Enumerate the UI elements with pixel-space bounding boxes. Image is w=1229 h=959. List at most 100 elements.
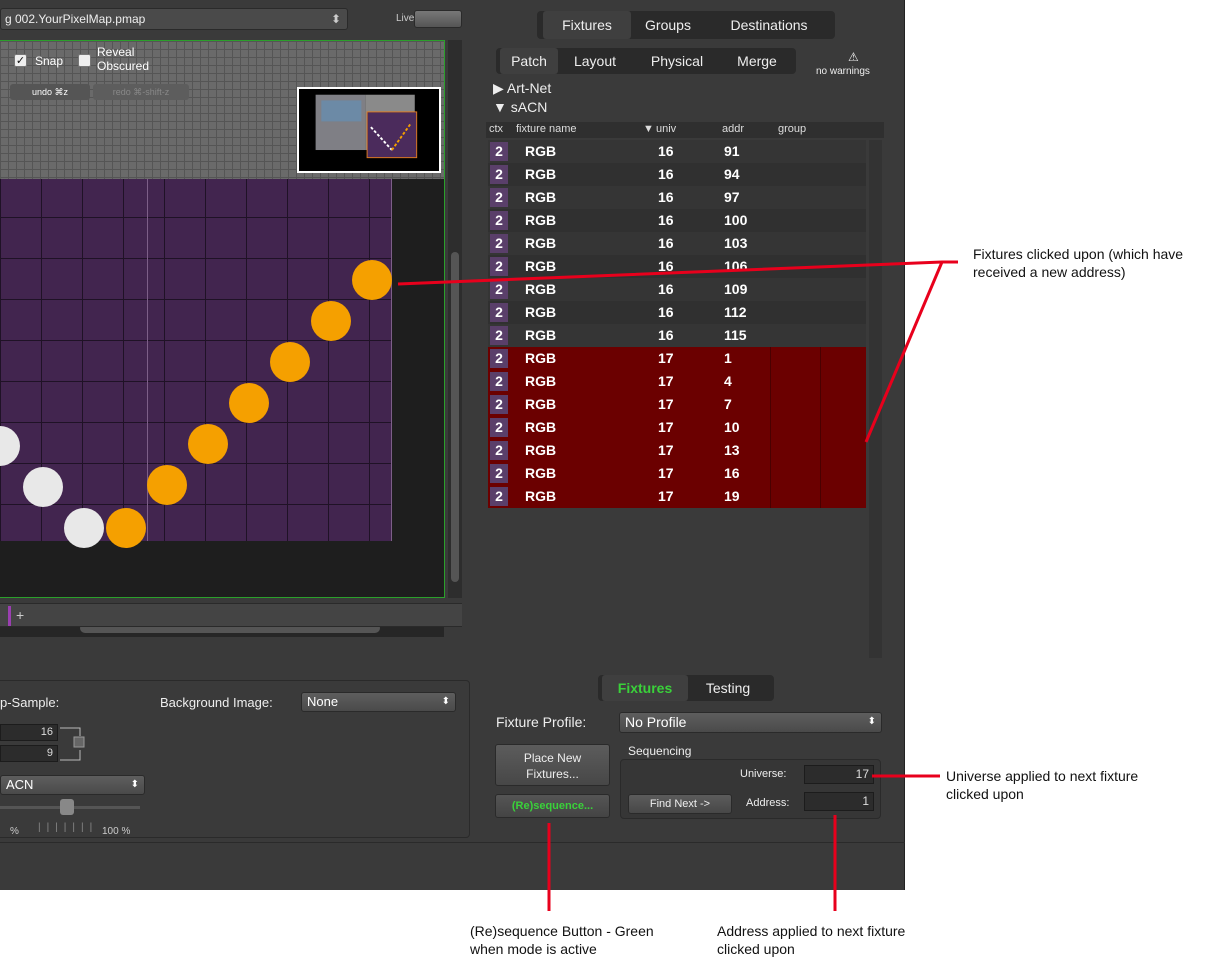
cell-divider [820, 393, 821, 416]
table-row[interactable]: 2 RGB 17 16 [488, 462, 866, 485]
width-field[interactable]: 16 [0, 724, 58, 741]
fixture-dot[interactable] [311, 301, 351, 341]
univ-cell: 16 [658, 258, 674, 274]
cell-divider [820, 462, 821, 485]
fixture-name-cell: RGB [525, 304, 557, 320]
univ-cell: 16 [658, 143, 674, 159]
column-group[interactable]: group [778, 123, 806, 135]
reveal-obscured-checkbox[interactable] [78, 54, 91, 67]
univ-cell: 17 [658, 396, 674, 412]
height-field[interactable]: 9 [0, 745, 58, 762]
resequence-button[interactable]: (Re)sequence... [495, 794, 610, 818]
univ-cell: 17 [658, 373, 674, 389]
ctx-cell: 2 [490, 142, 508, 161]
canvas-overview-preview[interactable] [297, 87, 441, 173]
column-fixture-name[interactable]: fixture name [516, 123, 577, 135]
univ-cell: 17 [658, 488, 674, 504]
fixture-dot[interactable] [352, 260, 392, 300]
undo-button[interactable]: undo ⌘z [10, 84, 90, 100]
table-row[interactable]: 2 RGB 17 10 [488, 416, 866, 439]
fixture-name-cell: RGB [525, 419, 557, 435]
background-image-select[interactable]: None ⬍ [301, 692, 456, 712]
table-row[interactable]: 2 RGB 17 1 [488, 347, 866, 370]
find-next-button[interactable]: Find Next -> [628, 794, 732, 814]
fixture-dot[interactable] [147, 465, 187, 505]
table-row[interactable]: 2 RGB 16 115 [488, 324, 866, 347]
tab-destinations[interactable]: Destinations [709, 11, 829, 39]
fixture-profile-select[interactable]: No Profile ⬍ [619, 712, 882, 733]
tab-physical[interactable]: Physical [636, 48, 718, 74]
tab-groups[interactable]: Groups [633, 11, 703, 39]
table-row[interactable]: 2 RGB 16 106 [488, 255, 866, 278]
vertical-scroll-thumb[interactable] [451, 252, 459, 582]
cell-divider [820, 370, 821, 393]
tab-fixtures[interactable]: Fixtures [543, 11, 631, 39]
tab-merge[interactable]: Merge [722, 48, 792, 74]
ctx-cell: 2 [490, 395, 508, 414]
table-row[interactable]: 2 RGB 17 4 [488, 370, 866, 393]
universe-field[interactable]: 17 [804, 765, 874, 784]
tree-item-sacn[interactable]: ▼ sACN [493, 99, 547, 115]
tab-patch[interactable]: Patch [500, 48, 558, 74]
fixture-dot[interactable] [229, 383, 269, 423]
redo-button[interactable]: redo ⌘-shift-z [93, 84, 189, 100]
column-ctx[interactable]: ctx [489, 123, 503, 135]
addr-cell: 112 [724, 304, 747, 320]
fixture-name-cell: RGB [525, 258, 557, 274]
live-toggle[interactable] [414, 10, 462, 28]
address-field[interactable]: 1 [804, 792, 874, 811]
snap-checkbox[interactable]: ✓ [14, 54, 27, 67]
table-row[interactable]: 2 RGB 16 91 [488, 140, 866, 163]
fixture-profile-value: No Profile [625, 714, 687, 730]
table-scrollbar[interactable] [869, 140, 882, 658]
tab-fixtures-bottom[interactable]: Fixtures [602, 675, 688, 701]
pixel-map-canvas[interactable] [0, 40, 445, 637]
vertical-scrollbar[interactable] [448, 40, 462, 598]
table-row[interactable]: 2 RGB 16 112 [488, 301, 866, 324]
fixture-name-cell: RGB [525, 212, 557, 228]
zoom-slider-handle[interactable] [60, 799, 74, 815]
ctx-cell: 2 [490, 188, 508, 207]
fixture-name-cell: RGB [525, 488, 557, 504]
fixture-dot[interactable] [23, 467, 63, 507]
univ-cell: 17 [658, 442, 674, 458]
updown-arrow-icon: ⬍ [130, 779, 139, 790]
table-row[interactable]: 2 RGB 17 7 [488, 393, 866, 416]
fixture-name-cell: RGB [525, 189, 557, 205]
canvas-guide-line [391, 179, 392, 541]
ctx-cell: 2 [490, 211, 508, 230]
protocol-select[interactable]: ACN ⬍ [0, 775, 145, 795]
aspect-lock-icon[interactable] [60, 724, 86, 764]
fixture-dot[interactable] [106, 508, 146, 548]
table-row[interactable]: 2 RGB 16 97 [488, 186, 866, 209]
univ-cell: 17 [658, 465, 674, 481]
table-row[interactable]: 2 RGB 17 19 [488, 485, 866, 508]
ctx-cell: 2 [490, 165, 508, 184]
cell-divider [770, 462, 771, 485]
place-new-fixtures-button[interactable]: Place New Fixtures... [495, 744, 610, 786]
table-row[interactable]: 2 RGB 16 103 [488, 232, 866, 255]
univ-cell: 16 [658, 166, 674, 182]
tree-item-sacn-label: sACN [510, 99, 548, 115]
file-selector[interactable]: g 002.YourPixelMap.pmap ⬍ [0, 8, 348, 30]
addr-cell: 1 [724, 350, 732, 366]
protocol-value: ACN [6, 777, 34, 792]
fixture-dot[interactable] [64, 508, 104, 548]
fixture-name-cell: RGB [525, 143, 557, 159]
fixture-dot[interactable] [188, 424, 228, 464]
tab-layout[interactable]: Layout [560, 48, 630, 74]
table-row[interactable]: 2 RGB 16 94 [488, 163, 866, 186]
column-univ[interactable]: univ [656, 123, 676, 135]
tab-testing[interactable]: Testing [688, 675, 768, 701]
add-tab-icon[interactable]: + [16, 607, 24, 623]
cell-divider [770, 347, 771, 370]
tree-item-artnet[interactable]: ▶ Art-Net [493, 80, 551, 97]
table-row[interactable]: 2 RGB 16 109 [488, 278, 866, 301]
table-row[interactable]: 2 RGB 16 100 [488, 209, 866, 232]
upsample-label: p-Sample: [0, 695, 60, 710]
cell-divider [770, 416, 771, 439]
table-row[interactable]: 2 RGB 17 13 [488, 439, 866, 462]
warning-icon[interactable]: ⚠ [848, 50, 859, 64]
fixture-dot[interactable] [270, 342, 310, 382]
column-addr[interactable]: addr [722, 123, 744, 135]
